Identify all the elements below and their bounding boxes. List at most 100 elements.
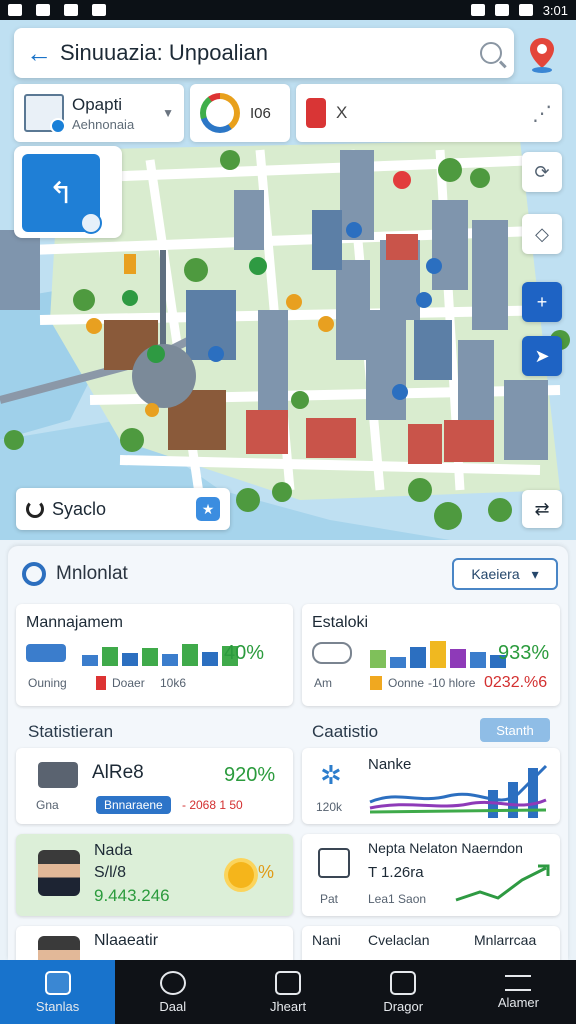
filter-row: Opapti Aehnonaia ▼ I06 X ⋰ <box>14 84 562 142</box>
tab-menu[interactable]: Alamer <box>461 960 576 1024</box>
bottom-nav: Stanlas Daal Jheart Dragor Alamer <box>0 960 576 1024</box>
menu-icon <box>505 974 532 991</box>
clock: 3:01 <box>542 2 568 18</box>
card-title: AlRe8 <box>92 762 144 783</box>
dashboard-icon <box>275 970 301 995</box>
card-meta: Oonne <box>388 676 425 690</box>
card-network[interactable]: Nepta Nelaton Naerndon T 1.26ra Pat Lea1… <box>302 834 560 916</box>
avatar <box>38 850 80 896</box>
place-search-pill[interactable]: Syaclo ★ <box>16 488 230 530</box>
card-title: Mnlarrcaa <box>474 932 537 948</box>
compass-button[interactable]: ➤ <box>522 336 562 376</box>
card-value: T 1.26ra <box>368 864 424 881</box>
layers-button[interactable]: ◇ <box>522 214 562 254</box>
clipboard-icon <box>318 848 350 878</box>
bar <box>122 653 138 666</box>
filter-tag[interactable]: X ⋰ <box>296 84 562 142</box>
refresh-button[interactable]: ⟳ <box>522 152 562 192</box>
panel-header: Mnlonlat <box>22 562 128 586</box>
directions-button[interactable]: ⇄ <box>522 490 562 528</box>
filter-sub: Aehnonaia <box>72 116 135 132</box>
section-title: Caatistio <box>312 722 379 741</box>
notification-icon <box>8 4 22 16</box>
tag-icon <box>306 98 326 128</box>
card-meta: - 2068 1 50 <box>182 798 243 812</box>
card-establish[interactable]: Estaloki 933% Am Oonne -10 hlore 0232.%6 <box>302 604 560 706</box>
card-title: Cvelaclan <box>368 932 430 948</box>
card-title: Nada <box>94 842 133 859</box>
tab-home[interactable]: Stanlas <box>0 960 116 1024</box>
tab-dashboard[interactable]: Jheart <box>230 960 345 1024</box>
card-title: Nlaaeatir <box>94 932 159 949</box>
status-chip[interactable]: Bnnaraene <box>96 796 171 814</box>
bar <box>162 654 178 666</box>
card-meta: Pat <box>320 892 339 906</box>
tab-profile[interactable]: Daal <box>115 960 230 1024</box>
star-icon[interactable]: ★ <box>196 497 220 521</box>
bar <box>102 647 118 666</box>
wifi-icon <box>494 4 509 16</box>
share-icon[interactable]: ⋰ <box>532 101 552 126</box>
bar <box>182 644 198 666</box>
search-icon[interactable] <box>480 42 502 64</box>
card-meta: -10 hlore <box>428 676 476 690</box>
card-partial[interactable]: Nani Cvelaclan Mnlarrcaa <box>302 926 560 960</box>
location-pin-icon[interactable] <box>524 34 560 74</box>
card-management[interactable]: Mannajamem 40% Ouning Doaer 10k6 <box>16 604 293 706</box>
loading-icon <box>26 500 44 518</box>
message-icon <box>92 4 106 16</box>
video-icon <box>64 4 78 16</box>
trend-chart <box>369 764 548 818</box>
card-title: Nepta Nelaton Naerndon <box>368 840 523 856</box>
bar <box>202 652 218 666</box>
card-meta: Doaer <box>112 676 145 690</box>
place-label: Syaclo <box>52 498 107 519</box>
search-bar[interactable]: ← Sinuuazia: Unpoalian <box>14 28 514 78</box>
card-value: 40% <box>224 642 265 664</box>
panel-action-button[interactable]: Kaeiera ▾ <box>452 558 558 590</box>
navigate-tile[interactable]: ↰ <box>14 146 122 238</box>
sun-icon <box>228 862 254 888</box>
card-value: 933% <box>498 642 550 664</box>
section-button[interactable]: Stanth <box>480 718 550 742</box>
bar <box>450 649 466 668</box>
card-person[interactable]: Nada S/l/8 9.443.246 % <box>16 834 293 916</box>
section-title: Statistieran <box>28 722 114 741</box>
card-title: Mannajamem <box>26 614 123 631</box>
panel-action-label: Kaeiera <box>471 566 520 582</box>
avatar <box>38 936 80 960</box>
tab-label: Dragor <box>383 998 424 1014</box>
settings-icon <box>36 4 50 16</box>
filter-name: Opapti <box>72 94 123 114</box>
bar <box>430 641 446 668</box>
tab-label: Stanlas <box>35 998 80 1014</box>
alarm-icon <box>470 4 485 16</box>
filter-dropdown[interactable]: Opapti Aehnonaia ▼ <box>14 84 184 142</box>
card-value: 9.443.246 <box>94 886 170 905</box>
badge-icon <box>80 212 102 234</box>
person-icon <box>159 970 186 995</box>
growth-chart <box>455 864 550 902</box>
card-stat-alre[interactable]: AlRe8 920% Gna Bnnaraene - 2068 1 50 <box>16 748 293 824</box>
card-delta: 0232.%6 <box>484 674 548 691</box>
snowflake-icon: ✲ <box>320 760 342 790</box>
back-button[interactable]: ← <box>26 38 60 69</box>
binoculars-icon <box>312 642 352 664</box>
bar <box>390 657 406 668</box>
tab-label: Jheart <box>269 998 307 1014</box>
filter-stat[interactable]: I06 <box>190 84 290 142</box>
card-value: 920% <box>224 764 276 786</box>
bar-chart <box>82 638 238 666</box>
bar <box>82 655 98 666</box>
tab-alerts[interactable]: Dragor <box>346 960 461 1024</box>
card-title: Estaloki <box>312 614 369 631</box>
status-bar: 3:01 <box>0 0 576 20</box>
chevron-down-icon: ▼ <box>162 106 174 120</box>
card-partial[interactable]: Nlaaeatir <box>16 926 293 960</box>
zoom-in-button[interactable]: + <box>522 282 562 322</box>
bar <box>370 650 386 668</box>
bar <box>470 652 486 668</box>
stats-panel: Mnlonlat Kaeiera ▾ Mannajamem 40% Ouning… <box>8 546 568 960</box>
card-trend[interactable]: ✲ Nanke 120k <box>302 748 560 824</box>
card-meta: Am <box>314 676 332 690</box>
